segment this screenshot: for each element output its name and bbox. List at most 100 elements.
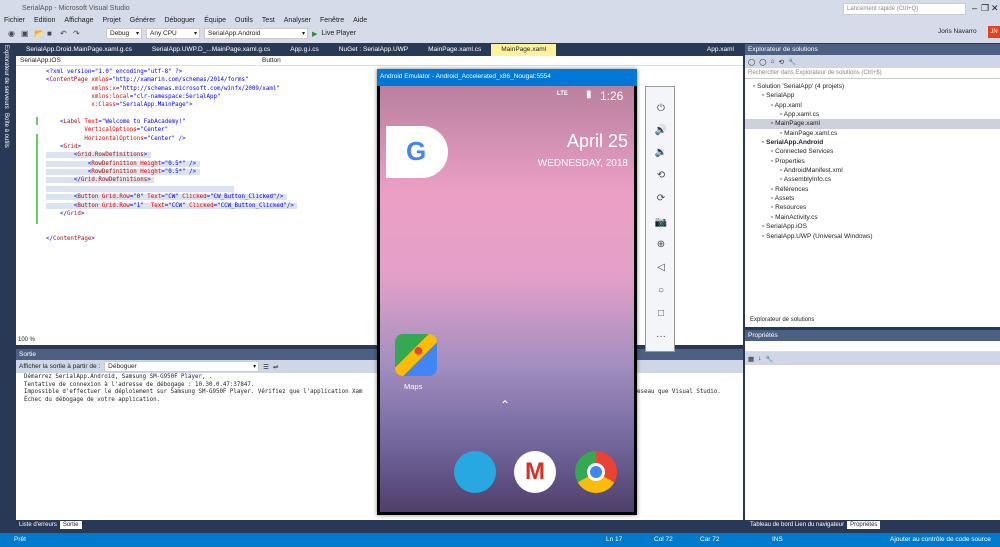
menu-item-0[interactable]: Fichier xyxy=(4,17,25,24)
menu-item-9[interactable]: Analyser xyxy=(284,17,311,24)
bottom-tab[interactable]: Propriétés xyxy=(847,521,881,529)
menu-item-3[interactable]: Projet xyxy=(102,17,120,24)
code-text[interactable]: <?xml version="1.0" encoding="utf-8" ?> … xyxy=(46,68,298,243)
tree-item[interactable]: ▫ Connected Services xyxy=(745,147,1000,156)
categorized-icon[interactable]: ▦ xyxy=(748,355,754,363)
save-icon[interactable]: ■ xyxy=(47,29,56,38)
tree-item[interactable]: ▫ MainPage.xaml.cs xyxy=(745,129,1000,138)
run-button[interactable]: Live Player xyxy=(321,30,356,37)
restore-button[interactable]: ❐ xyxy=(981,3,989,14)
bottom-tab[interactable]: Liste d'erreurs xyxy=(16,521,60,529)
config-select[interactable]: Debug xyxy=(106,28,142,39)
more-icon[interactable]: ··· xyxy=(654,331,668,342)
clear-all-icon[interactable]: ☰ xyxy=(263,363,269,371)
menu-item-5[interactable]: Déboguer xyxy=(164,17,195,24)
properties-object-select[interactable] xyxy=(745,341,1000,352)
toolbox-tab[interactable]: Boîte à outils xyxy=(3,113,9,148)
tab-document[interactable]: SerialApp.UWP.D_...MainPage.xaml.g.cs xyxy=(142,44,280,56)
tree-item[interactable]: ▫ AssemblyInfo.cs xyxy=(745,175,1000,184)
solution-tab[interactable]: Team Explorer xyxy=(817,316,862,324)
tree-item[interactable]: ▫ Properties xyxy=(745,157,1000,166)
new-project-icon[interactable]: ▣ xyxy=(21,29,30,38)
play-icon[interactable]: ▶ xyxy=(312,30,317,38)
home-icon[interactable]: ○ xyxy=(654,285,668,296)
tree-item[interactable]: ▫ Solution 'SerialApp' (4 projets) xyxy=(745,82,1000,91)
tree-item[interactable]: ▫ Resources xyxy=(745,203,1000,212)
tree-item[interactable]: ▫ SerialApp xyxy=(745,91,1000,100)
chrome-app-icon[interactable] xyxy=(575,451,617,493)
gmail-app-icon[interactable]: M xyxy=(514,451,556,493)
tree-item[interactable]: ▫ SerialApp.iOS xyxy=(745,222,1000,231)
tab-document[interactable]: MainPage.xaml xyxy=(491,44,557,56)
tab-document[interactable]: MainPage.xaml.cs xyxy=(418,44,491,56)
tree-item[interactable]: ▫ App.xaml xyxy=(745,101,1000,110)
output-source-select[interactable]: Déboguer xyxy=(104,361,260,372)
nav-member-select[interactable]: Button xyxy=(258,56,743,66)
user-name[interactable]: Joris Navarro xyxy=(938,28,977,35)
back-icon[interactable]: ◁ xyxy=(654,262,668,273)
tree-item[interactable]: ▫ App.xaml.cs xyxy=(745,110,1000,119)
home-icon[interactable]: ⌂ xyxy=(771,58,775,65)
camera-icon[interactable]: 📷 xyxy=(654,217,668,228)
network-label: LTE xyxy=(557,91,568,97)
menu-item-1[interactable]: Edition xyxy=(34,17,55,24)
solution-tab[interactable]: Explorateur de solutions xyxy=(747,316,818,324)
tab-document[interactable]: App.xaml xyxy=(697,44,744,56)
menu-item-6[interactable]: Équipe xyxy=(204,17,226,24)
tab-document[interactable]: SerialApp.Droid.MainPage.xaml.g.cs xyxy=(16,44,142,56)
forward-icon[interactable]: ◯ xyxy=(759,58,766,66)
bottom-tab[interactable]: Sortie xyxy=(59,521,82,529)
google-search-widget[interactable]: G xyxy=(386,126,448,178)
sync-icon[interactable]: ⟲ xyxy=(779,58,784,66)
bottom-tab[interactable]: Tableau de bord Lien du navigateur xyxy=(747,521,847,529)
menu-item-10[interactable]: Fenêtre xyxy=(320,17,344,24)
tree-item[interactable]: ▫ SerialApp.UWP (Universal Windows) xyxy=(745,232,1000,241)
server-explorer-tab[interactable]: Explorateur de serveurs xyxy=(3,45,9,109)
menu-item-2[interactable]: Affichage xyxy=(64,17,93,24)
tree-item[interactable]: ▫ MainPage.xaml xyxy=(745,119,1000,129)
menu-item-7[interactable]: Outils xyxy=(235,17,253,24)
wrench-icon[interactable]: 🔧 xyxy=(788,58,796,66)
menu-item-4[interactable]: Générer xyxy=(130,17,156,24)
menu-item-8[interactable]: Test xyxy=(262,17,275,24)
tree-item[interactable]: ▫ MainActivity.cs xyxy=(745,213,1000,222)
maps-app-icon[interactable]: ● xyxy=(395,334,437,376)
alphabetical-icon[interactable]: ↓ xyxy=(758,355,761,362)
power-icon[interactable]: ⏻ xyxy=(654,103,668,114)
redo-icon[interactable]: ↷ xyxy=(73,29,82,38)
quick-launch-input[interactable]: Lancement rapide (Ctrl+Q) xyxy=(843,3,966,15)
rotate-left-icon[interactable]: ⟲ xyxy=(654,170,668,181)
close-button[interactable]: ✕ xyxy=(991,3,999,14)
avatar[interactable]: JN xyxy=(988,26,1000,38)
back-icon[interactable]: ◉ xyxy=(8,29,17,38)
word-wrap-icon[interactable]: ⇌ xyxy=(273,363,278,371)
menu-item-11[interactable]: Aide xyxy=(353,17,367,24)
startup-select[interactable]: SerialApp.Android xyxy=(204,28,308,39)
volume-down-icon[interactable]: 🔉 xyxy=(654,147,668,158)
minimize-button[interactable]: – xyxy=(972,3,977,13)
tree-item[interactable]: ▫ SerialApp.Android xyxy=(745,138,1000,147)
android-emulator-window[interactable]: Android Emulator - Android_Accelerated_x… xyxy=(377,69,637,515)
clock: 1:26 xyxy=(600,89,624,103)
tree-item[interactable]: ▫ Références xyxy=(745,185,1000,194)
solution-search-input[interactable]: Rechercher dans Explorateur de solutions… xyxy=(745,68,1000,79)
app-drawer-chevron-icon[interactable]: ⌃ xyxy=(500,398,510,412)
tree-item[interactable]: ▫ Assets xyxy=(745,194,1000,203)
volume-up-icon[interactable]: 🔊 xyxy=(654,125,668,136)
back-icon[interactable]: ◯ xyxy=(748,58,755,66)
platform-select[interactable]: Any CPU xyxy=(146,28,200,39)
undo-icon[interactable]: ↶ xyxy=(60,29,69,38)
zoom-icon[interactable]: ⊕ xyxy=(654,239,668,250)
emulator-screen[interactable]: LTE ▮ 1:26 G April 25 WEDNESDAY, 2018 ● … xyxy=(380,86,634,512)
tab-document[interactable]: NuGet : SerialApp.UWP xyxy=(329,44,418,56)
open-icon[interactable]: 📂 xyxy=(34,29,44,38)
overview-icon[interactable]: □ xyxy=(654,308,668,319)
nav-project-select[interactable]: SerialApp.iOS xyxy=(16,56,256,66)
tab-document[interactable]: App.g.i.cs xyxy=(280,44,329,56)
rotate-right-icon[interactable]: ⟳ xyxy=(654,193,668,204)
wrench-icon[interactable]: 🔧 xyxy=(765,355,773,363)
battery-icon: ▮ xyxy=(586,89,592,100)
messages-app-icon[interactable] xyxy=(454,451,496,493)
tree-item[interactable]: ▫ AndroidManifest.xml xyxy=(745,166,1000,175)
source-control-button[interactable]: Ajouter au contrôle de code source xyxy=(890,536,991,543)
